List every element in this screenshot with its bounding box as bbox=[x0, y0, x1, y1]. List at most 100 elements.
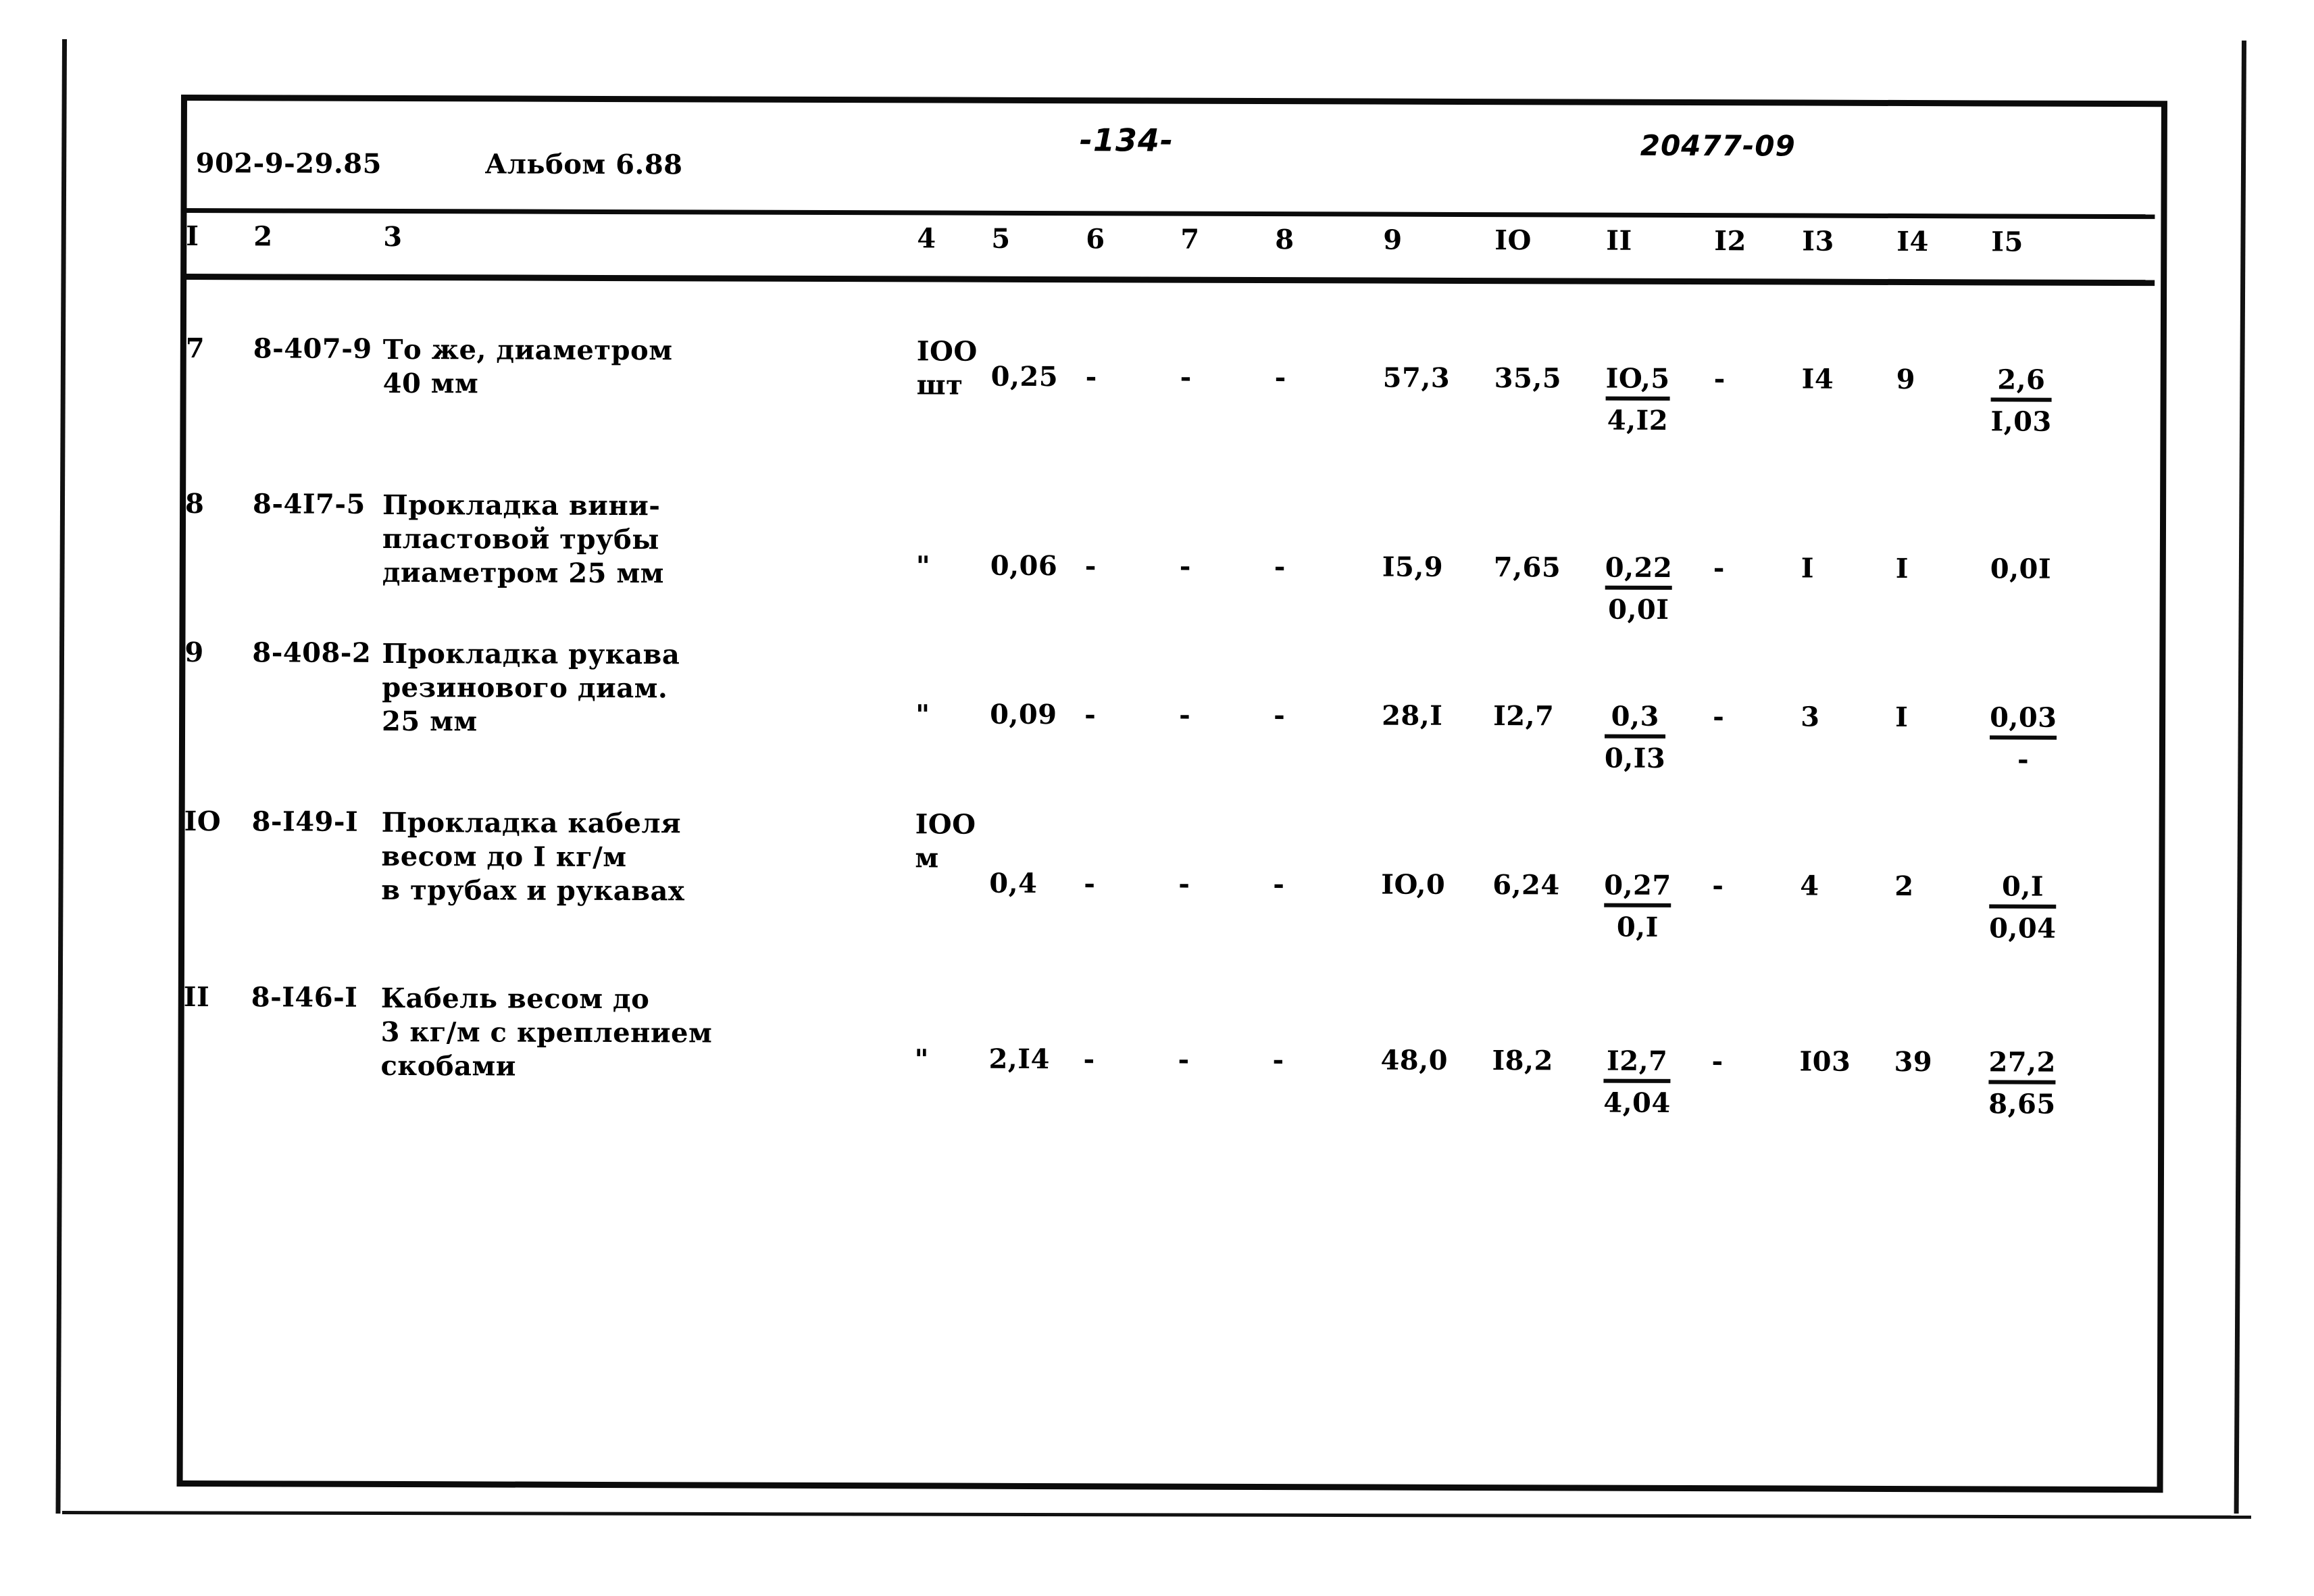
work-description: Прокладка рукава резинового диам. 25 мм bbox=[382, 637, 680, 738]
value-col-11-numerator: 0,3 bbox=[1605, 700, 1666, 739]
value-col-13: I4 bbox=[1801, 363, 1834, 395]
page-border-bottom bbox=[61, 1511, 2251, 1519]
work-description: Кабель весом до 3 кг/м с креплением скоб… bbox=[380, 982, 713, 1082]
norm-code: 8-I46-I bbox=[251, 981, 358, 1014]
value-col-11-denominator: 4,I2 bbox=[1607, 404, 1669, 437]
value-col-9: 48,0 bbox=[1380, 1044, 1449, 1076]
value-col-11-denominator: 0,0I bbox=[1608, 593, 1669, 626]
value-col-15: 0,03- bbox=[1990, 701, 2057, 776]
value-col-7: - bbox=[1179, 699, 1191, 731]
value-col-6: - bbox=[1085, 361, 1097, 393]
page-border-right bbox=[2234, 41, 2246, 1514]
value-col-14: I bbox=[1895, 552, 1909, 585]
value-col-15-numerator: 0,03 bbox=[1990, 701, 2057, 740]
column-header-12: I2 bbox=[1714, 225, 1746, 257]
album-label: Альбом 6.88 bbox=[484, 148, 683, 181]
table-row: IO 8-I49-I Прокладка кабеля весом до I кг/… bbox=[179, 805, 2165, 945]
value-col-15-numerator: 0,0I bbox=[1990, 553, 2052, 585]
value-col-12: - bbox=[1713, 363, 1726, 395]
value-col-14: 9 bbox=[1896, 363, 1916, 396]
value-col-11: IO,5 4,I2 bbox=[1605, 362, 1670, 437]
value-col-7: - bbox=[1180, 361, 1192, 393]
value-col-15: 2,6 I,03 bbox=[1990, 364, 2053, 438]
unit-of-measure: " bbox=[915, 699, 930, 731]
value-col-6: - bbox=[1084, 699, 1097, 731]
column-header-9: 9 bbox=[1383, 224, 1403, 256]
value-col-11-numerator: I2,7 bbox=[1603, 1045, 1671, 1083]
value-col-8: - bbox=[1272, 1044, 1284, 1076]
value-col-12: - bbox=[1712, 870, 1724, 902]
column-header-2: 2 bbox=[253, 220, 273, 253]
value-col-11-numerator: 0,27 bbox=[1604, 869, 1671, 907]
value-col-15-numerator: 0,I bbox=[1989, 870, 2057, 909]
row-number: 7 bbox=[185, 332, 205, 365]
value-col-10: 7,65 bbox=[1493, 551, 1561, 584]
header-rule-bottom bbox=[182, 274, 2155, 286]
row-number: II bbox=[183, 981, 210, 1014]
column-header-8: 8 bbox=[1275, 224, 1294, 256]
column-header-13: I3 bbox=[1802, 225, 1834, 257]
value-col-11: 0,22 0,0I bbox=[1605, 551, 1673, 626]
value-col-15-denominator: 0,04 bbox=[1989, 912, 2057, 945]
value-col-13: I03 bbox=[1799, 1045, 1851, 1078]
value-col-14: I bbox=[1895, 701, 1909, 734]
table-row: 9 8-408-2 Прокладка рукава резинового диам… bbox=[179, 637, 2165, 776]
value-col-11-denominator: 0,I3 bbox=[1604, 742, 1666, 774]
value-col-9: 28,I bbox=[1382, 699, 1443, 732]
value-col-10: I8,2 bbox=[1492, 1045, 1553, 1077]
row-number: 9 bbox=[184, 637, 204, 669]
column-header-10: IO bbox=[1494, 224, 1532, 257]
value-col-15: 27,2 8,65 bbox=[1988, 1046, 2057, 1120]
value-col-13: 4 bbox=[1800, 870, 1819, 902]
value-col-15-numerator: 2,6 bbox=[1990, 364, 2053, 402]
table-body: 7 8-407-9 То же, диаметром 40 мм IOO шт 0,25… bbox=[180, 285, 2167, 1120]
work-description: Прокладка кабеля весом до I кг/м в труба… bbox=[381, 806, 685, 907]
value-col-8: - bbox=[1274, 361, 1286, 394]
norm-code: 8-407-9 bbox=[253, 332, 372, 365]
value-col-7: - bbox=[1179, 550, 1191, 582]
page-number: -134- bbox=[1079, 122, 1174, 159]
page-border-left bbox=[55, 39, 67, 1514]
value-col-13: I bbox=[1801, 552, 1815, 584]
value-col-6: - bbox=[1083, 1043, 1095, 1076]
value-col-11-denominator: 4,04 bbox=[1603, 1087, 1671, 1119]
norm-code: 8-4I7-5 bbox=[253, 488, 366, 520]
document-header: 902-9-29.85 Альбом 6.88 -134- 20477-09 bbox=[181, 95, 2167, 202]
value-col-9: I5,9 bbox=[1382, 551, 1444, 583]
column-header-4: 4 bbox=[917, 222, 936, 255]
value-col-5: 0,25 bbox=[990, 360, 1059, 393]
norm-code: 8-I49-I bbox=[251, 805, 359, 838]
value-col-15-denominator: I,03 bbox=[1990, 405, 2052, 438]
value-col-5: 2,I4 bbox=[988, 1043, 1050, 1076]
document-body: 902-9-29.85 Альбом 6.88 -134- 20477-09 I… bbox=[177, 95, 2167, 1493]
value-col-11: 0,27 0,I bbox=[1604, 869, 1671, 944]
value-col-11: I2,7 4,04 bbox=[1603, 1045, 1671, 1120]
value-col-8: - bbox=[1274, 551, 1286, 583]
value-col-15-numerator: 27,2 bbox=[1988, 1046, 2057, 1084]
value-col-5: 0,09 bbox=[990, 698, 1057, 731]
value-col-9: IO,0 bbox=[1381, 868, 1446, 901]
document-code: 902-9-29.85 bbox=[195, 147, 382, 180]
column-header-row: I 2 3 4 5 6 7 8 9 IO II I2 I3 I4 I5 bbox=[180, 220, 2167, 274]
column-header-11: II bbox=[1606, 224, 1632, 257]
value-col-11-denominator: 0,I bbox=[1616, 911, 1659, 943]
value-col-15: 0,I 0,04 bbox=[1989, 870, 2057, 945]
value-col-12: - bbox=[1713, 552, 1725, 584]
column-header-14: I4 bbox=[1896, 225, 1929, 258]
column-header-15: I5 bbox=[1991, 226, 2023, 258]
header-rule-top bbox=[182, 208, 2155, 220]
unit-of-measure: IOO шт bbox=[916, 335, 978, 401]
value-col-8: - bbox=[1274, 699, 1286, 732]
work-description: То же, диаметром 40 мм bbox=[382, 333, 673, 400]
value-col-5: 0,4 bbox=[989, 867, 1038, 899]
column-header-1: I bbox=[186, 220, 199, 253]
value-col-6: - bbox=[1084, 550, 1097, 582]
value-col-10: 6,24 bbox=[1492, 869, 1560, 901]
value-col-14: 39 bbox=[1894, 1045, 1933, 1078]
table-row: II 8-I46-I Кабель весом до 3 кг/м с крепле… bbox=[178, 981, 2165, 1120]
unit-of-measure: IOO м bbox=[915, 808, 976, 874]
value-col-5: 0,06 bbox=[990, 549, 1058, 582]
value-col-12: - bbox=[1711, 1045, 1724, 1078]
sheet-code: 20477-09 bbox=[1640, 128, 1796, 163]
value-col-7: - bbox=[1178, 868, 1190, 900]
